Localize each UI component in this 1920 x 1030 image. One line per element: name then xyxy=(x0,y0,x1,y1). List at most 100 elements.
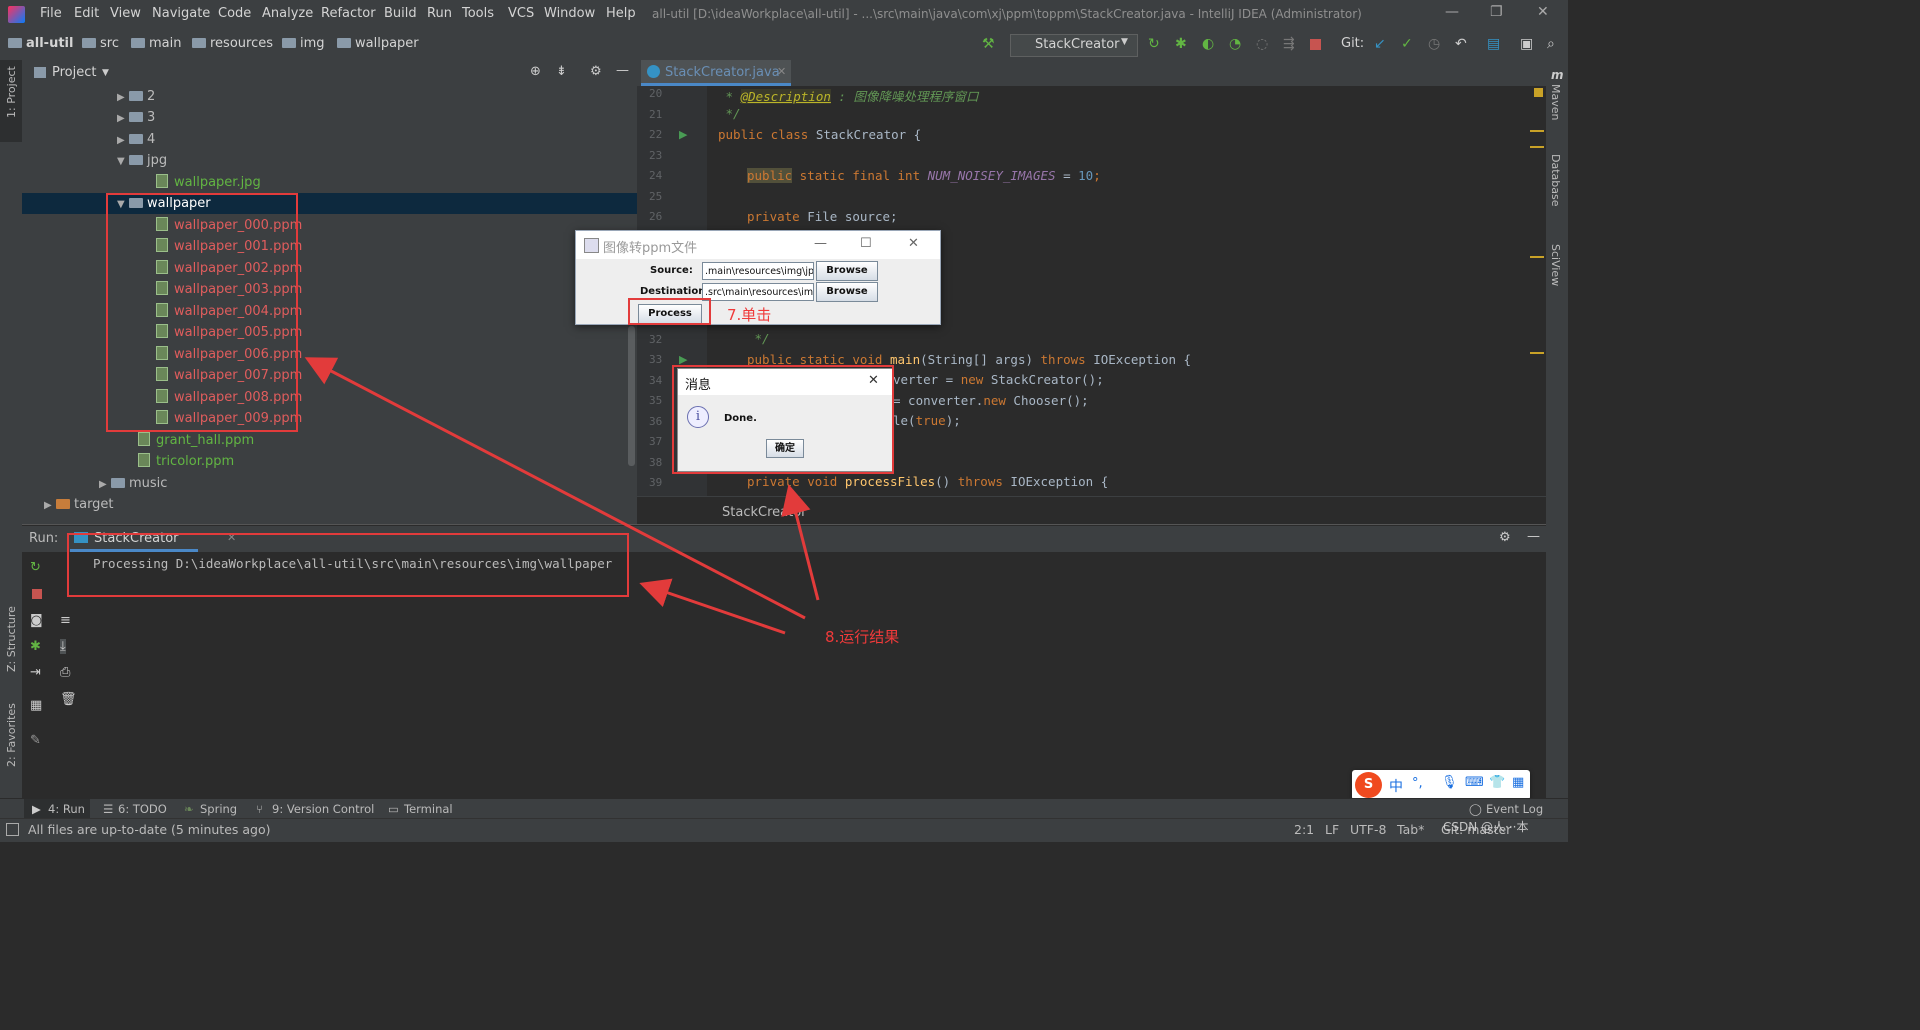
step-icon[interactable]: ⇶ xyxy=(1283,36,1295,52)
minimize-icon[interactable]: — xyxy=(1445,4,1459,20)
source-field[interactable]: .main\resources\img\jpg xyxy=(702,262,814,280)
version-control-tool-tab[interactable]: 9: Version Control xyxy=(272,802,374,816)
tree-item-folder-2[interactable]: ▶ 2 xyxy=(117,86,155,107)
close-tab-icon[interactable]: ✕ xyxy=(777,65,786,78)
destination-field[interactable]: .src\main\resources\img xyxy=(702,283,814,301)
grid-icon[interactable]: ▦ xyxy=(1512,775,1524,790)
menu-build[interactable]: Build xyxy=(384,6,417,21)
line-separator[interactable]: LF xyxy=(1325,822,1339,837)
run-tool-tab[interactable]: ▶ 4: Run xyxy=(24,799,90,819)
chevron-down-icon[interactable]: ▼ xyxy=(102,68,109,78)
ime-toolbar[interactable]: S 中 °, 🎙 ⌨ 👕 ▦ xyxy=(1352,770,1530,800)
menu-analyze[interactable]: Analyze xyxy=(262,6,313,21)
stop-icon[interactable] xyxy=(32,589,42,599)
revert-icon[interactable]: ↶ xyxy=(1455,36,1467,52)
terminal-tool-tab[interactable]: Terminal xyxy=(404,802,453,816)
microphone-icon[interactable]: 🎙 xyxy=(1441,775,1458,790)
build-hammer-icon[interactable]: ⚒ xyxy=(982,36,995,52)
breadcrumb-wallpaper[interactable]: wallpaper xyxy=(337,36,419,51)
menu-window[interactable]: Window xyxy=(544,6,595,21)
editor-tab-stackcreator[interactable]: StackCreator.java ✕ xyxy=(641,60,791,86)
warning-marker[interactable] xyxy=(1534,88,1543,97)
gear-icon[interactable]: ⚙ xyxy=(1499,530,1511,545)
breadcrumb-resources[interactable]: resources xyxy=(192,36,273,51)
skin-icon[interactable]: 👕 xyxy=(1489,775,1505,790)
expand-arrow-icon[interactable]: ▶ xyxy=(117,130,129,151)
minimize-icon[interactable]: — xyxy=(814,236,827,251)
hide-panel-icon[interactable]: — xyxy=(616,63,629,78)
breadcrumb-src[interactable]: src xyxy=(82,36,119,51)
sciview-tool-label[interactable]: SciView xyxy=(1549,244,1562,286)
punctuation-icon[interactable]: °, xyxy=(1412,776,1423,791)
database-tool-label[interactable]: Database xyxy=(1549,154,1562,207)
hide-panel-icon[interactable]: — xyxy=(1527,529,1540,544)
run-gutter-icon[interactable]: ▶ xyxy=(679,128,687,141)
stripe-marker[interactable] xyxy=(1530,352,1544,354)
collapse-all-icon[interactable]: ⇟ xyxy=(556,64,567,79)
menu-run[interactable]: Run xyxy=(427,6,452,21)
tree-item-grant-hall[interactable]: grant_hall.ppm xyxy=(138,430,254,451)
print-icon[interactable]: ⎙ xyxy=(60,665,70,680)
caret-position[interactable]: 2:1 xyxy=(1294,822,1314,837)
tree-scrollbar[interactable] xyxy=(628,326,635,466)
file-encoding[interactable]: UTF-8 xyxy=(1350,822,1386,837)
git-update-icon[interactable]: ↙ xyxy=(1374,36,1386,52)
exit-icon[interactable]: ⇥ xyxy=(30,665,41,680)
pin-icon[interactable]: ✎ xyxy=(30,733,41,748)
tree-item-wallpaper-jpg[interactable]: wallpaper.jpg xyxy=(156,172,261,193)
close-icon[interactable]: ✕ xyxy=(908,236,919,251)
maximize-icon[interactable]: ☐ xyxy=(860,236,872,251)
breadcrumb-img[interactable]: img xyxy=(282,36,325,51)
history-icon[interactable]: ◷ xyxy=(1428,36,1440,52)
menu-code[interactable]: Code xyxy=(218,6,251,21)
favorites-tool-label[interactable]: 2: Favorites xyxy=(5,703,18,767)
gear-icon[interactable]: ⚙ xyxy=(590,64,602,79)
layout-icon[interactable]: ▦ xyxy=(30,698,42,713)
tree-item-tricolor[interactable]: tricolor.ppm xyxy=(138,451,234,472)
tree-item-folder-music[interactable]: ▶ music xyxy=(99,473,167,494)
todo-tool-tab[interactable]: 6: TODO xyxy=(118,802,167,816)
menu-vcs[interactable]: VCS xyxy=(508,6,534,21)
debug-icon[interactable]: ✱ xyxy=(30,639,41,654)
menu-refactor[interactable]: Refactor xyxy=(321,6,376,21)
run-config-select[interactable]: StackCreator ▼ xyxy=(1010,34,1138,57)
profile-icon[interactable]: ◔ xyxy=(1229,36,1241,52)
project-panel-title[interactable]: Project xyxy=(52,65,96,80)
project-structure-icon[interactable]: ▤ xyxy=(1487,36,1500,52)
breadcrumb-main[interactable]: main xyxy=(131,36,181,51)
layout-icon[interactable]: ▣ xyxy=(1520,36,1533,52)
menu-file[interactable]: File xyxy=(40,6,62,21)
tree-item-folder-4[interactable]: ▶ 4 xyxy=(117,129,155,150)
attach-icon[interactable]: ◌ xyxy=(1256,36,1268,52)
stripe-marker[interactable] xyxy=(1530,130,1544,132)
maven-tool-label[interactable]: Maven xyxy=(1549,84,1562,120)
stop-icon[interactable] xyxy=(1310,39,1321,50)
close-icon[interactable]: ✕ xyxy=(1537,4,1549,20)
menu-navigate[interactable]: Navigate xyxy=(152,6,210,21)
tree-item-folder-3[interactable]: ▶ 3 xyxy=(117,107,155,128)
stripe-marker[interactable] xyxy=(1530,256,1544,258)
scroll-to-end-icon[interactable]: ⤓ xyxy=(60,639,66,654)
stripe-marker[interactable] xyxy=(1530,146,1544,148)
locate-icon[interactable]: ⊕ xyxy=(530,64,541,79)
panel-toggle-icon[interactable] xyxy=(6,823,19,836)
indent-setting[interactable]: Tab* xyxy=(1397,822,1424,837)
menu-edit[interactable]: Edit xyxy=(74,6,99,21)
debug-icon[interactable]: ✱ xyxy=(1175,36,1187,52)
rerun-icon[interactable]: ↻ xyxy=(30,560,41,575)
trash-icon[interactable]: 🗑 xyxy=(60,692,77,707)
expand-arrow-icon[interactable]: ▶ xyxy=(117,87,129,108)
expand-arrow-icon[interactable]: ▶ xyxy=(99,474,111,495)
menu-view[interactable]: View xyxy=(110,6,141,21)
destination-browse-button[interactable]: Browse xyxy=(816,282,878,302)
editor-breadcrumb[interactable]: StackCreator xyxy=(722,505,807,520)
camera-icon[interactable]: ◙ xyxy=(30,613,43,628)
spring-tool-tab[interactable]: Spring xyxy=(200,802,237,816)
expand-arrow-icon[interactable]: ▶ xyxy=(44,495,56,516)
coverage-icon[interactable]: ◐ xyxy=(1202,36,1214,52)
keyboard-icon[interactable]: ⌨ xyxy=(1465,775,1484,790)
tree-item-folder-jpg[interactable]: ▼ jpg xyxy=(117,150,167,171)
menu-tools[interactable]: Tools xyxy=(462,6,494,21)
structure-tool-label[interactable]: Z: Structure xyxy=(5,606,18,672)
rerun-icon[interactable]: ↻ xyxy=(1148,36,1160,52)
